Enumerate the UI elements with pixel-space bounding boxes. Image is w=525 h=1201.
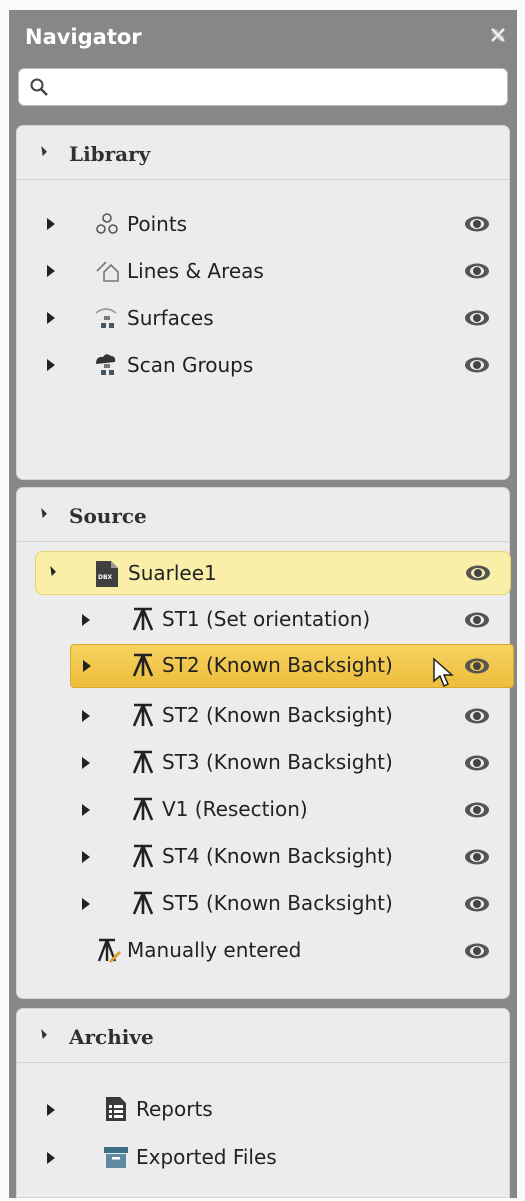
exported-files-label: Exported Files — [136, 1145, 277, 1169]
archive-title: Archive — [69, 1025, 154, 1049]
archive-section: Archive Reports Exported Files — [16, 1008, 510, 1198]
collapse-caret-icon — [37, 1029, 47, 1039]
expand-arrow-icon[interactable] — [47, 1152, 55, 1164]
station-label: V1 (Resection) — [162, 797, 308, 821]
navigator-panel: Navigator Library Points Lines & Areas S… — [9, 10, 517, 1198]
station-row[interactable]: ST4 (Known Backsight) — [17, 835, 509, 879]
expand-arrow-icon[interactable] — [82, 614, 90, 626]
archive-item-exported-files[interactable]: Exported Files — [17, 1136, 509, 1180]
archive-header[interactable]: Archive — [17, 1009, 509, 1063]
source-header[interactable]: Source — [17, 488, 509, 542]
expand-arrow-icon[interactable] — [47, 312, 55, 324]
expand-arrow-icon[interactable] — [82, 757, 90, 769]
source-title: Source — [69, 504, 147, 528]
library-header[interactable]: Library — [17, 126, 509, 180]
expand-arrow-icon[interactable] — [47, 265, 55, 277]
eye-icon[interactable] — [464, 942, 490, 960]
report-icon — [106, 1097, 126, 1121]
station-row-selected[interactable]: ST2 (Known Backsight) — [70, 644, 514, 688]
expand-arrow-icon[interactable] — [82, 804, 90, 816]
expand-arrow-icon[interactable] — [82, 898, 90, 910]
manual-station-icon — [97, 938, 121, 963]
library-item-points[interactable]: Points — [17, 202, 509, 246]
tripod-icon — [132, 653, 154, 677]
panel-title: Navigator — [25, 25, 142, 49]
dbx-file-icon: DBX — [96, 561, 118, 587]
expand-arrow-icon[interactable] — [82, 851, 90, 863]
station-row[interactable]: ST2 (Known Backsight) — [17, 694, 509, 738]
eye-icon[interactable] — [464, 356, 490, 374]
eye-icon[interactable] — [464, 801, 490, 819]
library-item-scan-groups[interactable]: Scan Groups — [17, 343, 509, 387]
station-row[interactable]: V1 (Resection) — [17, 788, 509, 832]
eye-icon[interactable] — [464, 215, 490, 233]
archive-item-reports[interactable]: Reports — [17, 1088, 509, 1132]
source-section: Source DBX Suarlee1 ST1 (Set orientation… — [16, 487, 514, 999]
search-input[interactable] — [55, 74, 499, 102]
station-row[interactable]: ST3 (Known Backsight) — [17, 741, 509, 785]
surfaces-icon — [95, 308, 117, 328]
eye-icon[interactable] — [465, 564, 491, 582]
eye-icon[interactable] — [464, 848, 490, 866]
lines-areas-icon — [96, 261, 119, 282]
points-label: Points — [127, 212, 188, 236]
tripod-icon — [132, 844, 154, 868]
tripod-icon — [132, 703, 154, 727]
library-item-lines-areas[interactable]: Lines & Areas — [17, 249, 509, 293]
scan-groups-icon — [96, 354, 116, 375]
station-row[interactable]: ST1 (Set orientation) — [17, 598, 509, 642]
surfaces-label: Surfaces — [127, 306, 214, 330]
eye-icon[interactable] — [464, 309, 490, 327]
manually-entered-label: Manually entered — [127, 938, 302, 962]
station-label: ST1 (Set orientation) — [162, 607, 371, 631]
manually-entered-row[interactable]: Manually entered — [17, 929, 509, 973]
points-icon — [96, 213, 118, 234]
station-label: ST5 (Known Backsight) — [162, 891, 393, 915]
exported-files-icon — [104, 1147, 128, 1168]
title-bar: Navigator — [9, 10, 517, 66]
expand-arrow-icon[interactable] — [47, 1104, 55, 1116]
tripod-icon — [132, 891, 154, 915]
collapse-caret-icon — [37, 146, 47, 156]
expand-arrow-icon[interactable] — [47, 218, 55, 230]
scan-groups-label: Scan Groups — [127, 353, 254, 377]
expand-arrow-icon[interactable] — [82, 710, 90, 722]
eye-icon[interactable] — [464, 262, 490, 280]
collapse-caret-icon — [37, 508, 47, 518]
close-icon[interactable] — [487, 24, 509, 46]
station-row[interactable]: ST5 (Known Backsight) — [17, 882, 509, 926]
station-label: ST2 (Known Backsight) — [162, 703, 393, 727]
expand-arrow-icon[interactable] — [47, 359, 55, 371]
tripod-icon — [132, 607, 154, 631]
station-label: ST4 (Known Backsight) — [162, 844, 393, 868]
search-icon — [30, 78, 48, 96]
eye-icon[interactable] — [464, 754, 490, 772]
tripod-icon — [132, 750, 154, 774]
lines-areas-label: Lines & Areas — [127, 259, 264, 283]
station-label: ST2 (Known Backsight) — [162, 653, 393, 677]
library-item-surfaces[interactable]: Surfaces — [17, 296, 509, 340]
tripod-icon — [132, 797, 154, 821]
reports-label: Reports — [136, 1097, 213, 1121]
station-label: ST3 (Known Backsight) — [162, 750, 393, 774]
expand-arrow-icon[interactable] — [83, 660, 91, 672]
search-box[interactable] — [18, 68, 508, 106]
library-title: Library — [69, 142, 151, 166]
dbx-icon-text: DBX — [98, 574, 113, 581]
eye-icon[interactable] — [464, 895, 490, 913]
eye-icon[interactable] — [464, 611, 490, 629]
collapse-arrow-icon[interactable] — [46, 566, 56, 576]
mouse-cursor-icon — [433, 657, 454, 688]
eye-icon[interactable] — [464, 707, 490, 725]
source-root-suarlee1[interactable]: DBX Suarlee1 — [35, 551, 511, 595]
library-section: Library Points Lines & Areas Surfaces Sc… — [16, 125, 510, 480]
suarlee1-label: Suarlee1 — [128, 561, 217, 585]
eye-icon[interactable] — [464, 657, 490, 675]
